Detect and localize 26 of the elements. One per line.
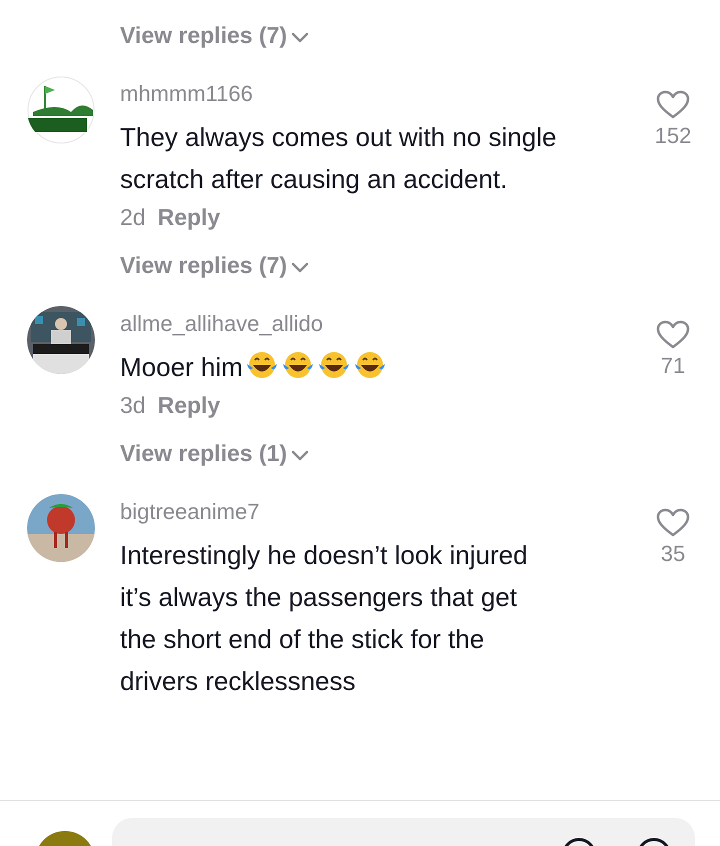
- like-count: 35: [660, 540, 686, 568]
- comment-text: Mooer him: [120, 346, 560, 388]
- laughing-face-icon: [316, 350, 351, 380]
- comment-text: They always comes out with no single scratch after causing an accident.: [120, 121, 558, 196]
- laughing-face-icon: [280, 350, 315, 380]
- reply-button[interactable]: Reply: [158, 202, 220, 232]
- comment-age: 2d: [120, 203, 146, 232]
- laughing-face-icon: [352, 350, 387, 380]
- username[interactable]: bigtreeanime7: [120, 494, 720, 526]
- like-count: 152: [654, 122, 692, 150]
- comment-age: 3d: [120, 391, 146, 420]
- heart-icon[interactable]: [656, 90, 690, 120]
- view-replies-link[interactable]: View replies (1): [120, 442, 310, 465]
- username[interactable]: allme_allihave_allido: [120, 306, 720, 338]
- view-replies-link[interactable]: View replies (7): [120, 254, 310, 277]
- chevron-down-icon: [291, 262, 310, 274]
- chevron-down-icon: [291, 450, 310, 462]
- comment-text: Interestingly he doesn’t look injured it’s always the passengers that get the short end of the stick for the drivers recklessness: [120, 539, 529, 698]
- like-count: 71: [660, 352, 686, 380]
- view-replies-link[interactable]: View replies (7): [120, 24, 310, 47]
- heart-icon[interactable]: [656, 320, 690, 350]
- laughing-face-icon: [244, 350, 279, 380]
- username[interactable]: mhmmm1166: [120, 76, 720, 108]
- chevron-down-icon: [291, 32, 310, 44]
- heart-icon[interactable]: [656, 508, 690, 538]
- reply-button[interactable]: Reply: [158, 390, 220, 420]
